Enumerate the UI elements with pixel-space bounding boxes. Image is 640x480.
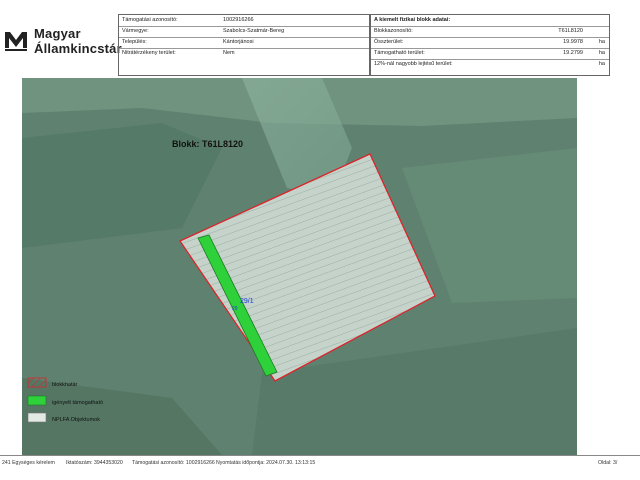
info-value: 1002916266 [223, 17, 254, 23]
info-unit: ha [598, 61, 605, 67]
block-info-table: A kiemelt fizikai blokk adatai: Blokkazo… [370, 14, 610, 76]
info-value: Kántorjánosi [223, 39, 254, 45]
legend-label: NPLFA Objektumok [52, 417, 100, 423]
zenga-watermark: zenga [540, 452, 580, 468]
info-row: 12%-nál nagyobb lejtésű terület: ha [371, 59, 609, 70]
info-value: 19.9978 [563, 39, 583, 45]
info-value: T61L8120 [558, 28, 583, 34]
info-row: Nitrátérzékeny terület: Nem [119, 48, 369, 59]
parcel-label-small: 29 [232, 306, 238, 312]
aerial-map: Blokk: T61L8120 29/1 29 blokkhatár igény… [22, 78, 577, 455]
logo-line-1: Magyar [34, 26, 81, 41]
document-header: Magyar Államkincstár Támogatási azonosít… [0, 0, 640, 78]
info-label: Vármegye: [122, 28, 149, 34]
info-label: Támogatható terület: [374, 50, 425, 56]
applicant-info-table: Támogatási azonosító: 1002916266 Vármegy… [118, 14, 370, 76]
footer-page: Oldal: 3/ [598, 460, 618, 466]
parcel-label: 29/1 [240, 298, 254, 305]
footer-support-id: Támogatási azonosító: 1002916266 [132, 460, 215, 466]
treasury-logo: Magyar Államkincstár [4, 22, 122, 58]
info-value: 19.2799 [563, 50, 583, 56]
info-label: Támogatási azonosító: [122, 17, 178, 23]
legend-label: blokkhatár [52, 382, 78, 388]
info-label: Nitrátérzékeny terület: [122, 50, 176, 56]
info-label: 12%-nál nagyobb lejtésű terület: [374, 61, 453, 67]
info-value: Nem [223, 50, 235, 56]
gray-swatch-icon [27, 412, 47, 423]
info-label: Összterület: [374, 39, 404, 45]
legend-label: igényelt támogatható [52, 400, 103, 406]
footer-iktato: Iktatószám: 3944353020 [66, 460, 123, 466]
info-label: Blokkazonosító: [374, 28, 413, 34]
block-label: Blokk: T61L8120 [172, 139, 243, 149]
info-unit: ha [598, 39, 605, 45]
logo-line-2: Államkincstár [34, 41, 122, 56]
green-swatch-icon [27, 395, 47, 406]
footer-form: 241 Egységes kérelem [2, 460, 55, 466]
footer-print-time: Nyomtatás időpontja: 2024.07.30. 13:13:1… [216, 460, 316, 466]
page-bottom-band [0, 469, 640, 480]
block-info-title: A kiemelt fizikai blokk adatai: [374, 17, 451, 23]
info-label: Település: [122, 39, 147, 45]
info-value: Szabolcs-Szatmár-Bereg [223, 28, 285, 34]
map-canvas: Blokk: T61L8120 29/1 29 blokkhatár igény… [22, 78, 577, 455]
info-unit: ha [598, 50, 605, 56]
treasury-emblem-icon [5, 32, 27, 51]
hatched-red-swatch-icon [27, 377, 47, 388]
